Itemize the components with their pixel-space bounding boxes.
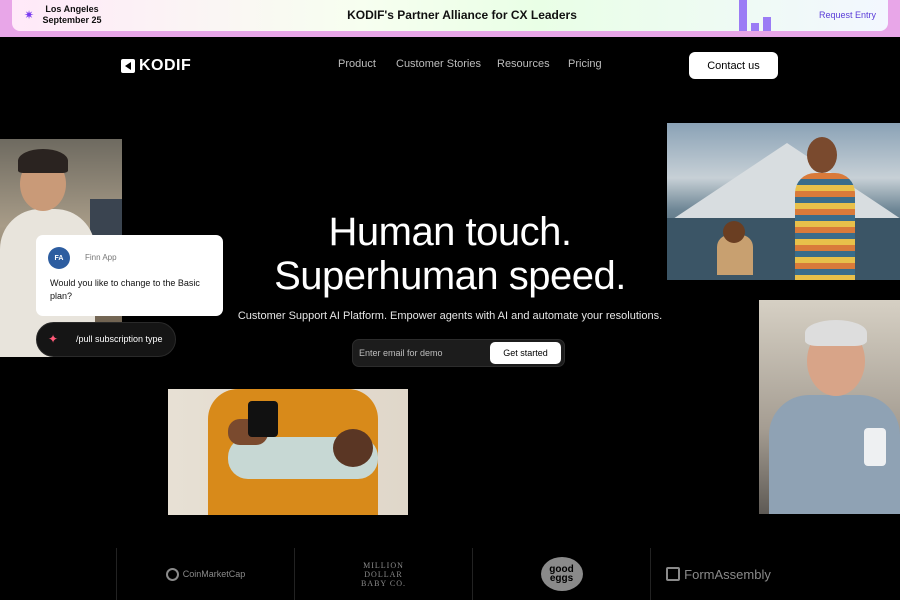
email-input[interactable] — [359, 344, 489, 362]
good-eggs-line2: eggs — [549, 573, 574, 584]
hero-subheading: Customer Support AI Platform. Empower ag… — [237, 310, 663, 322]
brand-name: KODIF — [139, 57, 192, 74]
contact-us-button[interactable]: Contact us — [689, 52, 778, 79]
photo-man-with-phone — [759, 300, 900, 514]
nav-link-resources[interactable]: Resources — [497, 58, 550, 70]
command-text: /pull subscription type — [76, 334, 163, 344]
hero-heading: Human touch. Superhuman speed. — [0, 210, 900, 298]
mdb-line2: DOLLAR — [364, 569, 403, 579]
formassembly-logo: FormAssembly — [651, 548, 786, 600]
banner-content: ✷ Los Angeles September 25 KODIF's Partn… — [12, 0, 888, 31]
nav-link-customer-stories[interactable]: Customer Stories — [396, 58, 481, 70]
coinmarketcap-logo: CoinMarketCap — [117, 548, 294, 600]
formassembly-text: FormAssembly — [684, 566, 771, 582]
nav-link-pricing[interactable]: Pricing — [568, 58, 602, 70]
kodif-logo[interactable]: KODIF — [121, 57, 191, 75]
hero-heading-line2: Superhuman speed. — [274, 254, 626, 298]
get-started-button[interactable]: Get started — [490, 342, 561, 364]
formassembly-icon — [666, 567, 681, 581]
banner-bars-graphic — [737, 0, 777, 31]
good-eggs-logo: good eggs — [473, 548, 650, 600]
announcement-banner[interactable]: ✷ Los Angeles September 25 KODIF's Partn… — [0, 0, 900, 37]
mdb-line3: BABY CO. — [360, 578, 407, 588]
command-pill: ✦ /pull subscription type — [36, 322, 176, 357]
mdb-line1: MILLION — [363, 560, 404, 570]
coinmarketcap-text: CoinMarketCap — [182, 569, 246, 579]
hero-heading-line1: Human touch. — [328, 210, 572, 254]
good-eggs-badge: good eggs — [540, 557, 583, 591]
coinmarketcap-icon — [165, 567, 179, 581]
sparkle-icon: ✦ — [48, 332, 59, 346]
email-form: Get started — [352, 339, 565, 367]
million-dollar-baby-logo: MILLION DOLLAR BABY CO. — [295, 548, 472, 600]
nav-link-product[interactable]: Product — [338, 58, 376, 70]
request-entry-link[interactable]: Request Entry — [819, 10, 876, 20]
photo-parent-holding-baby — [168, 389, 408, 515]
customer-logos: CoinMarketCap MILLION DOLLAR BABY CO. go… — [0, 548, 900, 600]
kodif-logo-icon — [121, 59, 135, 73]
